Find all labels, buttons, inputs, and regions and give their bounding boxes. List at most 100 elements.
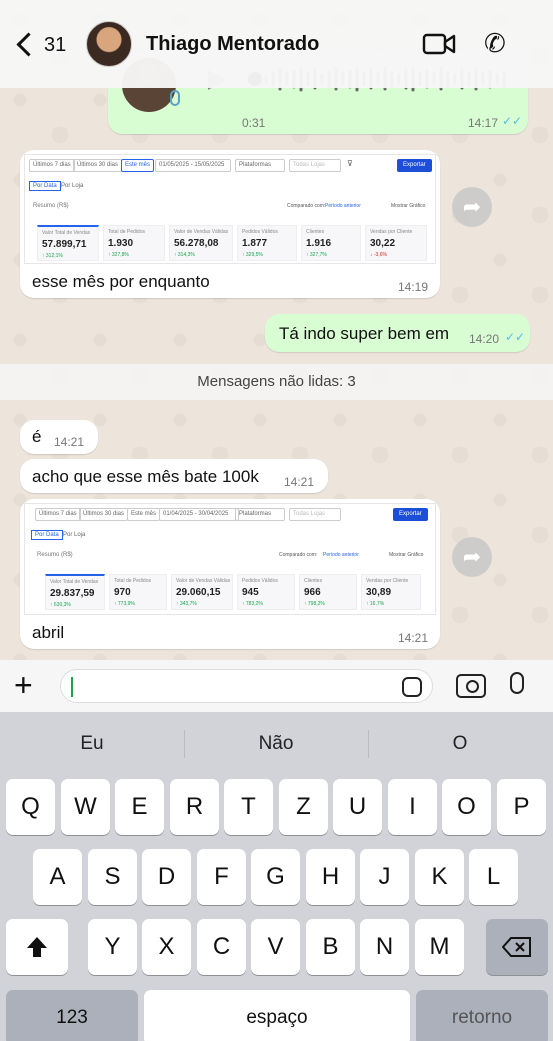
space-key[interactable]: espaço [144, 990, 410, 1041]
message-bubble-in[interactable]: é 14:21 [20, 420, 98, 454]
metric-card: Total de Pedidos 1.930 ↑ 327,8% [103, 225, 165, 261]
key[interactable]: Z [279, 779, 328, 835]
key[interactable]: Y [88, 919, 137, 975]
camera-icon[interactable] [456, 674, 486, 698]
video-call-icon[interactable] [422, 32, 456, 56]
key[interactable]: O [442, 779, 491, 835]
key[interactable]: V [251, 919, 300, 975]
microphone-icon[interactable] [510, 672, 524, 694]
metric-card: Valor Total de Vendas 57.899,71 ↑ 312,1% [37, 225, 99, 261]
platform-select: Plataformas [235, 508, 285, 521]
contact-name[interactable]: Thiago Mentorado [146, 33, 319, 56]
key[interactable]: B [306, 919, 355, 975]
key[interactable]: N [360, 919, 409, 975]
summary-label: Resumo (R$) [37, 552, 73, 558]
shift-icon [27, 937, 47, 957]
compare-label: Comparado com: [279, 552, 318, 558]
forward-icon[interactable]: ➦ [452, 537, 492, 577]
message-caption: abril [32, 623, 65, 642]
message-bubble-out[interactable]: Tá indo super bem em 14:20 ✓✓ [265, 314, 530, 352]
compare-label: Comparado com: [287, 203, 326, 209]
unread-divider: Mensagens não lidas: 3 [0, 364, 553, 400]
text-cursor [71, 677, 73, 697]
key[interactable]: R [170, 779, 219, 835]
store-select: Todas Lojas [289, 508, 341, 521]
key[interactable]: F [197, 849, 246, 905]
metric-card: Total de Pedidos 970 ↑ 773,9% [109, 574, 167, 610]
backspace-icon [501, 937, 531, 957]
message-input[interactable] [60, 669, 433, 703]
plus-icon[interactable]: + [14, 668, 33, 702]
platform-select: Plataformas [235, 159, 285, 172]
compare-value: Período anterior [325, 203, 361, 209]
chart-toggle: Mostrar Gráfico [389, 552, 424, 558]
message-time: 14:21 [54, 435, 85, 449]
chart-toggle: Mostrar Gráfico [391, 203, 426, 209]
metric-card: Clientes 966 ↑ 798,2% [299, 574, 357, 610]
key[interactable]: D [142, 849, 191, 905]
metric-card: Valor de Vendas Válidas 56.278,08 ↑ 314,3% [169, 225, 233, 261]
key[interactable]: S [88, 849, 137, 905]
filter-chip: Últimos 7 dias [29, 159, 75, 172]
metric-card: Valor de Vendas Válidas 29.060,15 ↑ 343,7% [171, 574, 233, 610]
message-bubble-in[interactable]: acho que esse mês bate 100k 14:21 [20, 459, 328, 493]
image-attachment[interactable]: Últimos 7 dias Últimos 30 dias Este mês … [24, 154, 436, 264]
key[interactable]: G [251, 849, 300, 905]
summary-label: Resumo (R$) [33, 203, 69, 209]
key[interactable]: W [61, 779, 110, 835]
key[interactable]: H [306, 849, 355, 905]
message-time: 14:19 [398, 280, 429, 294]
message-text: é [32, 427, 42, 446]
key[interactable]: E [115, 779, 164, 835]
metric-card: Vendas por Cliente 30,22 ↓ -3,6% [365, 225, 427, 261]
store-select: Todas Lojas [289, 159, 341, 172]
filter-chip: Últimos 30 dias [73, 159, 123, 172]
key[interactable]: A [33, 849, 82, 905]
avatar[interactable] [86, 21, 132, 67]
numbers-key[interactable]: 123 [6, 990, 138, 1041]
filter-chip: Últimos 30 dias [79, 508, 129, 521]
metric-card: Vendas por Cliente 30,89 ↑ 16,7% [361, 574, 421, 610]
suggestion[interactable]: Eu [0, 726, 184, 762]
message-text: Tá indo super bem em [279, 324, 450, 343]
date-range: 01/04/2025 - 30/04/2025 [159, 508, 239, 521]
voice-duration: 0:31 [242, 116, 266, 130]
key[interactable]: Q [6, 779, 55, 835]
filter-chip: Últimos 7 dias [35, 508, 81, 521]
date-range: 01/05/2025 - 15/05/2025 [155, 159, 231, 172]
image-message[interactable]: Últimos 7 dias Últimos 30 dias Este mês … [20, 499, 440, 649]
metric-card: Valor Total de Vendas 29.837,59 ↑ 630,3% [45, 574, 105, 610]
metric-card: Clientes 1.916 ↑ 327,7% [301, 225, 361, 261]
key[interactable]: L [469, 849, 518, 905]
tab-by-date: Por Data [31, 530, 63, 540]
forward-icon[interactable]: ➦ [452, 187, 492, 227]
export-button: Exportar [393, 508, 428, 521]
key[interactable]: K [415, 849, 464, 905]
phone-call-icon[interactable]: ✆ [484, 28, 514, 58]
image-message[interactable]: Últimos 7 dias Últimos 30 dias Este mês … [20, 150, 440, 298]
unread-count[interactable]: 31 [44, 34, 66, 57]
message-input-bar: + [0, 660, 553, 712]
key[interactable]: X [142, 919, 191, 975]
message-text: acho que esse mês bate 100k [32, 467, 259, 486]
key[interactable]: C [197, 919, 246, 975]
filter-chip: Este mês [121, 159, 155, 172]
read-receipt-icon: ✓✓ [502, 114, 523, 128]
suggestion[interactable]: O [368, 726, 552, 762]
key[interactable]: T [224, 779, 273, 835]
backspace-key[interactable] [486, 919, 548, 975]
suggestion[interactable]: Não [184, 726, 368, 762]
chat-header: 31 Thiago Mentorado ✆ [0, 0, 553, 88]
return-key[interactable]: retorno [416, 990, 548, 1041]
key[interactable]: P [497, 779, 546, 835]
shift-key[interactable] [6, 919, 68, 975]
sticker-icon[interactable] [402, 677, 422, 697]
metric-card: Pedidos Válidos 945 ↑ 783,2% [237, 574, 295, 610]
key[interactable]: U [333, 779, 382, 835]
key[interactable]: M [415, 919, 464, 975]
tab-by-store: Por Loja [63, 532, 86, 538]
key[interactable]: J [360, 849, 409, 905]
mic-icon [170, 90, 180, 106]
key[interactable]: I [388, 779, 437, 835]
image-attachment[interactable]: Últimos 7 dias Últimos 30 dias Este mês … [24, 503, 436, 615]
